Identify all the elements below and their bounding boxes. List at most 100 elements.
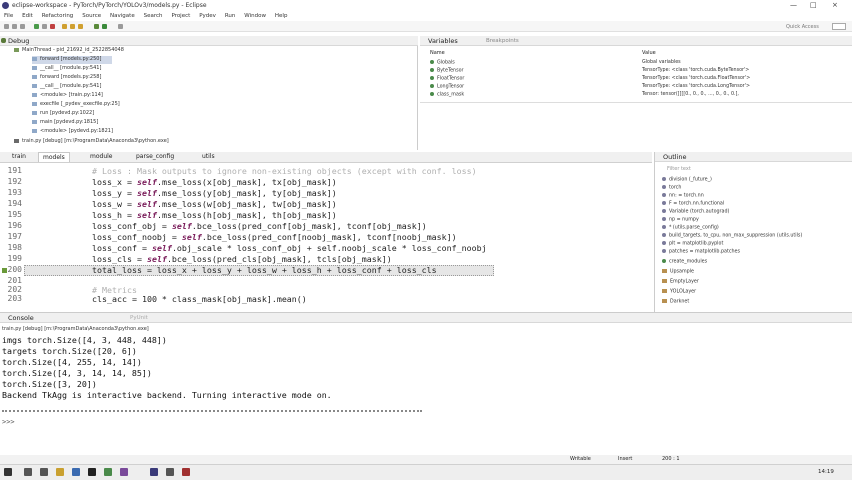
browser-icon[interactable] [72, 468, 80, 476]
maximize-button[interactable]: □ [810, 1, 817, 9]
clock[interactable]: 14:19 [818, 469, 834, 475]
import-icon [662, 249, 666, 253]
terminal-icon[interactable] [88, 468, 96, 476]
outline-item[interactable]: * (utils.parse_config) [662, 225, 719, 233]
tab-models[interactable]: models [38, 152, 70, 162]
import-icon [662, 241, 666, 245]
variable-row[interactable]: Globals Global variables [430, 60, 852, 67]
menu-pydev[interactable]: Pydev [199, 13, 216, 19]
step-over-icon[interactable] [70, 24, 75, 29]
name-column-header[interactable]: Name [430, 50, 445, 56]
import-icon [662, 225, 666, 229]
suspend-icon[interactable] [42, 24, 47, 29]
menu-file[interactable]: File [4, 13, 13, 19]
stack-frame-row[interactable]: <module> [train.py:114] [32, 92, 103, 100]
outline-item[interactable]: Upsample [662, 269, 694, 277]
outline-item-label: YOLOLayer [670, 289, 697, 295]
tab-utils[interactable]: utils [198, 152, 219, 162]
stack-frame-row[interactable]: __call__ [module.py:541] [32, 65, 101, 73]
tab-module[interactable]: module [86, 152, 117, 162]
menu-edit[interactable]: Edit [22, 13, 33, 19]
app-icon[interactable] [166, 468, 174, 476]
debug-perspective-button[interactable] [832, 23, 846, 30]
outline-item[interactable]: torch [662, 185, 681, 193]
menu-window[interactable]: Window [244, 13, 266, 19]
menu-help[interactable]: Help [275, 13, 288, 19]
code-text: total_loss = loss_x + loss_y + loss_w + … [92, 265, 437, 275]
stack-frame-row[interactable]: main [pydevd.py:1815] [32, 119, 98, 127]
debug-run-icon[interactable] [94, 24, 99, 29]
quick-access-field[interactable]: Quick Access [786, 24, 819, 30]
stack-frame-row[interactable]: forward [models.py:250] [32, 56, 112, 64]
stack-frame-row[interactable]: __call__ [module.py:541] [32, 83, 101, 91]
file-explorer-icon[interactable] [56, 468, 64, 476]
outline-item[interactable]: F = torch.nn.functional [662, 201, 724, 209]
menu-project[interactable]: Project [171, 13, 190, 19]
terminate-icon[interactable] [50, 24, 55, 29]
new-icon[interactable] [4, 24, 9, 29]
variable-detail-pane[interactable] [420, 102, 852, 150]
outline-item[interactable]: Variable (torch.autograd) [662, 209, 729, 217]
search-icon[interactable] [24, 468, 32, 476]
step-into-icon[interactable] [62, 24, 67, 29]
print-icon[interactable] [20, 24, 25, 29]
outline-item-label: create_modules [669, 259, 708, 265]
variable-row[interactable]: class_mask Tensor: tensor([[[[0., 0., 0.,… [430, 92, 852, 99]
outline-item[interactable]: EmptyLayer [662, 279, 699, 287]
menu-search[interactable]: Search [144, 13, 163, 19]
console-title[interactable]: Console [8, 314, 34, 322]
value-column-header[interactable]: Value [642, 50, 656, 56]
variable-row[interactable]: LongTensor TensorType: <class 'torch.cuda… [430, 84, 852, 91]
console-prompt[interactable]: >>> [2, 418, 15, 426]
resume-icon[interactable] [34, 24, 39, 29]
outline-item[interactable]: YOLOLayer [662, 289, 696, 297]
self-keyword: self [136, 177, 157, 187]
outline-item[interactable]: build_targets, to_cpu, non_max_suppressi… [662, 233, 802, 241]
menu-source[interactable]: Source [82, 13, 101, 19]
variables-tab[interactable]: Variables [428, 37, 458, 45]
tab-train[interactable]: train [8, 152, 30, 162]
task-view-icon[interactable] [40, 468, 48, 476]
pyunit-tab[interactable]: PyUnit [130, 315, 148, 321]
step-return-icon[interactable] [78, 24, 83, 29]
menu-refactoring[interactable]: Refactoring [42, 13, 74, 19]
breakpoints-tab[interactable]: Breakpoints [486, 38, 519, 44]
variable-row[interactable]: FloatTensor TensorType: <class 'torch.cud… [430, 76, 852, 83]
run-icon[interactable] [102, 24, 107, 29]
menu-navigate[interactable]: Navigate [110, 13, 135, 19]
outline-title[interactable]: Outline [663, 153, 687, 161]
save-icon[interactable] [12, 24, 17, 29]
code-line: 194 loss_w = self.mse_loss(w[obj_mask], … [0, 199, 652, 210]
close-button[interactable]: × [832, 1, 838, 9]
outline-filter-input[interactable]: Filter text [667, 166, 691, 172]
search-icon[interactable] [118, 24, 123, 29]
app-icon[interactable] [182, 468, 190, 476]
stack-frame-row[interactable]: forward [models.py:258] [32, 74, 101, 82]
menu-run[interactable]: Run [225, 13, 236, 19]
outline-item[interactable]: nn: = torch.nn [662, 193, 704, 201]
outline-item[interactable]: patches = matplotlib.patches [662, 249, 740, 257]
app-icon[interactable] [104, 468, 112, 476]
process-row[interactable]: train.py [debug] [m:\ProgramData\Anacond… [14, 138, 169, 146]
debug-panel-title[interactable]: Debug [8, 37, 29, 45]
outline-item[interactable]: plt = matplotlib.pyplot [662, 241, 723, 249]
windows-start-icon[interactable] [4, 468, 12, 476]
minimize-button[interactable]: — [790, 1, 797, 9]
outline-item[interactable]: create_modules [662, 259, 707, 267]
outline-item[interactable]: division (_future_) [662, 177, 712, 185]
outline-item[interactable]: np = numpy [662, 217, 699, 225]
stack-frame-row[interactable]: execfile [_pydev_execfile.py:25] [32, 101, 120, 109]
code-token: .obj_scale * loss_conf_obj + self.noobj_… [171, 243, 487, 253]
self-keyword: self [146, 254, 167, 264]
app-icon[interactable] [120, 468, 128, 476]
import-icon [662, 209, 666, 213]
stack-frame-row[interactable]: run [pydevd.py:1022] [32, 110, 94, 118]
eclipse-taskbar-icon[interactable] [150, 468, 158, 476]
code-editor[interactable]: 191 # Loss : Mask outputs to ignore non-… [0, 164, 652, 304]
thread-row[interactable]: MainThread - pid_21692_id_2522854048 [14, 47, 124, 55]
class-icon [662, 299, 667, 303]
stack-frame-row[interactable]: <module> [pydevd.py:1821] [32, 128, 113, 136]
outline-item[interactable]: Darknet [662, 299, 689, 307]
variable-row[interactable]: ByteTensor TensorType: <class 'torch.cuda… [430, 68, 852, 75]
tab-parse-config[interactable]: parse_config [132, 152, 178, 162]
